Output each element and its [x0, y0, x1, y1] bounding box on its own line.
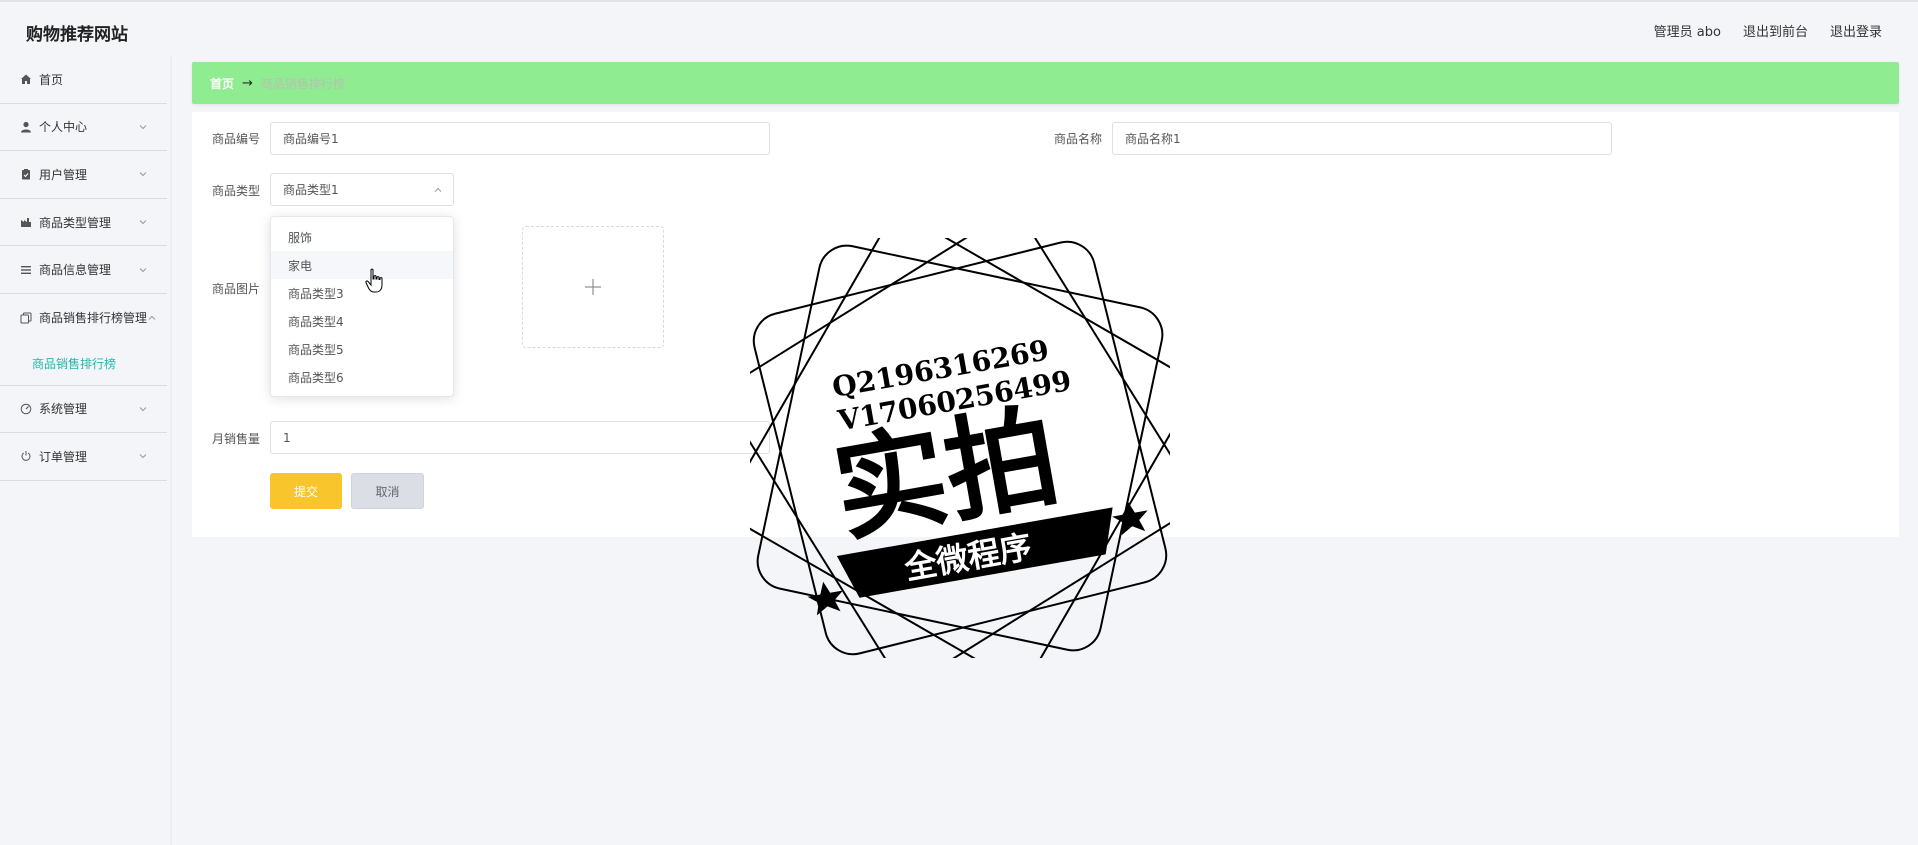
cancel-button[interactable]: 取消 [351, 473, 424, 509]
breadcrumb-home-link[interactable]: 首页 [210, 75, 234, 92]
list-icon [19, 263, 33, 277]
sidebar-item-label: 系统管理 [39, 402, 88, 417]
chevron-down-icon [139, 454, 147, 459]
chevron-down-icon [139, 267, 147, 272]
sidebar-subitem-sales-ranking[interactable]: 商品销售排行榜 [0, 342, 167, 386]
copy-icon [19, 311, 33, 325]
clipboard-icon [19, 167, 33, 181]
image-upload-box[interactable] [522, 226, 664, 348]
product-no-input[interactable] [270, 122, 770, 155]
sidebar-item-label: 订单管理 [39, 449, 88, 464]
sidebar-item-label: 商品信息管理 [39, 263, 112, 278]
chevron-up-icon [148, 315, 156, 320]
sidebar-divider [170, 56, 172, 845]
product-type-label: 商品类型 [212, 184, 261, 198]
dashboard-icon [19, 402, 33, 416]
breadcrumb-arrow: → [242, 75, 253, 91]
product-type-select[interactable]: 商品类型1 [270, 173, 454, 206]
home-icon [19, 72, 33, 86]
submit-button[interactable]: 提交 [270, 473, 342, 509]
sidebar: 首页 个人中心 用户管理 商品类型管理 商品信息管理 商品销售排行榜管理 商品销… [0, 56, 167, 845]
product-type-dropdown: 服饰 家电 商品类型3 商品类型4 商品类型5 商品类型6 [270, 216, 454, 397]
sidebar-item-user-management[interactable]: 用户管理 [0, 151, 167, 199]
dropdown-option[interactable]: 商品类型3 [271, 279, 453, 307]
sidebar-item-label: 首页 [39, 72, 64, 87]
hand-cursor-icon [365, 268, 383, 293]
monthly-sales-input[interactable] [270, 421, 770, 454]
sidebar-item-system-management[interactable]: 系统管理 [0, 386, 167, 434]
product-type-selected-value: 商品类型1 [283, 183, 339, 197]
chevron-down-icon [139, 172, 147, 177]
sidebar-item-home[interactable]: 首页 [0, 56, 167, 104]
chevron-down-icon [139, 407, 147, 412]
sidebar-item-product-type-management[interactable]: 商品类型管理 [0, 199, 167, 247]
breadcrumb: 首页 → 商品销售排行榜 [192, 62, 1899, 104]
dropdown-option[interactable]: 家电 [271, 251, 453, 279]
power-icon [19, 449, 33, 463]
chevron-down-icon [139, 220, 147, 225]
watermark-stamp: Q2196316269 V17060256499 实拍 全微程序 [750, 238, 1170, 658]
dropdown-option[interactable]: 商品类型6 [271, 363, 453, 391]
breadcrumb-current: 商品销售排行榜 [260, 76, 345, 91]
dropdown-option[interactable]: 商品类型5 [271, 335, 453, 363]
top-links: 管理员 abo 退出到前台 退出登录 [1654, 21, 1882, 40]
sidebar-item-label: 商品类型管理 [39, 215, 112, 230]
sidebar-item-label: 商品销售排行榜管理 [39, 311, 148, 326]
sidebar-item-order-management[interactable]: 订单管理 [0, 433, 167, 481]
factory-icon [19, 215, 33, 229]
logout-link[interactable]: 退出登录 [1830, 21, 1882, 40]
sidebar-item-label: 用户管理 [39, 167, 88, 182]
plus-icon [585, 279, 601, 295]
user-icon [19, 120, 33, 134]
sidebar-item-sales-ranking-management[interactable]: 商品销售排行榜管理 [0, 294, 167, 342]
dropdown-option[interactable]: 服饰 [271, 223, 453, 251]
monthly-sales-label: 月销售量 [212, 432, 261, 446]
admin-label: 管理员 abo [1653, 25, 1721, 40]
chevron-up-icon [434, 187, 442, 192]
sidebar-item-personal-center[interactable]: 个人中心 [0, 104, 167, 152]
site-title: 购物推荐网站 [26, 25, 128, 45]
product-name-input[interactable] [1112, 122, 1612, 155]
sidebar-item-product-info-management[interactable]: 商品信息管理 [0, 246, 167, 294]
chevron-down-icon [139, 125, 147, 130]
product-no-label: 商品编号 [212, 132, 261, 146]
dropdown-option[interactable]: 商品类型4 [271, 307, 453, 335]
product-image-label: 商品图片 [212, 282, 261, 296]
sidebar-item-label: 个人中心 [39, 120, 88, 135]
back-to-front-link[interactable]: 退出到前台 [1743, 21, 1808, 40]
top-bar: 购物推荐网站 管理员 abo 退出到前台 退出登录 [0, 0, 1918, 56]
product-name-label: 商品名称 [1054, 132, 1103, 146]
